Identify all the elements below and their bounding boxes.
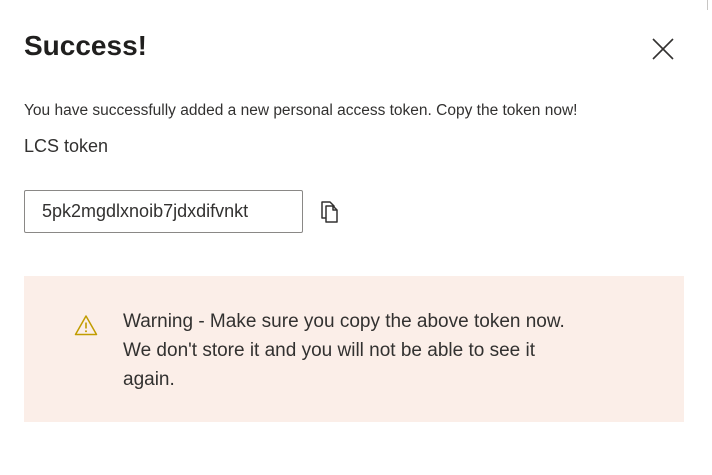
dialog-title: Success! — [24, 30, 147, 61]
warning-line: Warning - Make sure you copy the above t… — [123, 311, 565, 332]
window-edge — [701, 0, 708, 10]
token-field-label: LCS token — [24, 136, 109, 156]
success-dialog: Success! You have successfully added a n… — [0, 0, 712, 475]
copy-icon — [321, 201, 338, 223]
warning-triangle-icon — [74, 315, 98, 336]
warning-line: again. — [123, 369, 175, 390]
token-input[interactable] — [24, 190, 303, 233]
close-button[interactable] — [648, 34, 678, 64]
warning-line: We don't store it and you will not be ab… — [123, 340, 536, 361]
success-message: You have successfully added a new person… — [24, 102, 578, 119]
warning-message-bar: Warning - Make sure you copy the above t… — [24, 276, 684, 422]
warning-text: Warning - Make sure you copy the above t… — [123, 307, 643, 394]
close-icon — [652, 38, 674, 60]
copy-token-button[interactable] — [316, 197, 344, 225]
